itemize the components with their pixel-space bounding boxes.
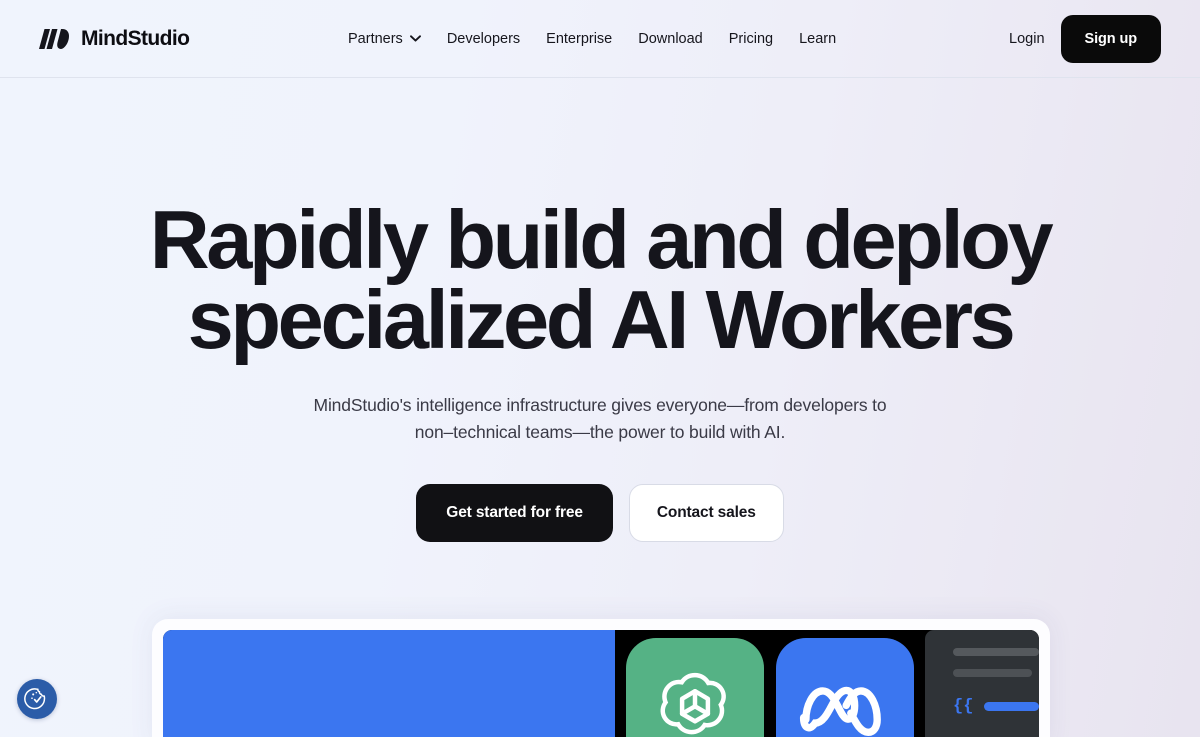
hero-section: Rapidly build and deploy specialized AI … (0, 78, 1200, 542)
subheading-line-2: non–technical teams—the power to build w… (414, 421, 786, 442)
product-preview-inner: {{ (163, 630, 1039, 737)
nav-item-pricing[interactable]: Pricing (729, 31, 773, 47)
product-logo-panel (615, 630, 925, 737)
code-variable-row: {{ (953, 697, 1039, 716)
auth-actions: Login Sign up (1009, 14, 1161, 63)
login-link[interactable]: Login (1009, 31, 1044, 47)
product-code-panel: {{ (925, 630, 1039, 737)
hero-subheading: MindStudio's intelligence infrastructure… (0, 392, 1200, 445)
contact-sales-button[interactable]: Contact sales (628, 483, 784, 542)
hero-cta-row: Get started for free Contact sales (0, 483, 1200, 542)
get-started-button[interactable]: Get started for free (416, 483, 613, 542)
openai-logo-icon (626, 638, 764, 737)
brand-logo[interactable]: MindStudio (38, 26, 190, 51)
main-nav: Partners Developers Enterprise Download … (348, 31, 836, 47)
chevron-down-icon (409, 35, 421, 42)
meta-logo-icon (776, 638, 914, 737)
code-placeholder-bar (953, 648, 1039, 656)
nav-label-download: Download (638, 30, 703, 47)
brand-name: MindStudio (81, 26, 190, 50)
nav-label-learn: Learn (799, 30, 837, 47)
nav-label-enterprise: Enterprise (546, 30, 613, 47)
nav-item-developers[interactable]: Developers (447, 31, 520, 47)
nav-item-download[interactable]: Download (638, 31, 703, 47)
nav-item-learn[interactable]: Learn (799, 31, 836, 47)
mindstudio-logo-icon (38, 28, 72, 50)
code-braces-token: {{ (953, 697, 974, 716)
product-preview-card[interactable]: {{ (152, 619, 1050, 737)
nav-label-developers: Developers (446, 30, 521, 47)
signup-button[interactable]: Sign up (1060, 14, 1161, 63)
subheading-line-1: MindStudio's intelligence infrastructure… (313, 395, 887, 416)
site-header: MindStudio Partners Developers Enterpris… (0, 0, 1200, 78)
nav-label-partners: Partners (348, 30, 403, 47)
accessibility-cookie-icon[interactable] (17, 679, 57, 719)
nav-item-partners[interactable]: Partners (348, 31, 421, 47)
code-placeholder-bar (953, 669, 1033, 677)
code-variable-bar (984, 702, 1039, 711)
headline-line-2: specialized AI Workers (187, 272, 1016, 366)
headline-line-1: Rapidly build and deploy (149, 193, 1054, 286)
nav-item-enterprise[interactable]: Enterprise (546, 31, 612, 47)
page-title: Rapidly build and deploy specialized AI … (0, 193, 1200, 366)
product-blue-panel (163, 630, 615, 737)
nav-label-pricing: Pricing (728, 30, 774, 47)
